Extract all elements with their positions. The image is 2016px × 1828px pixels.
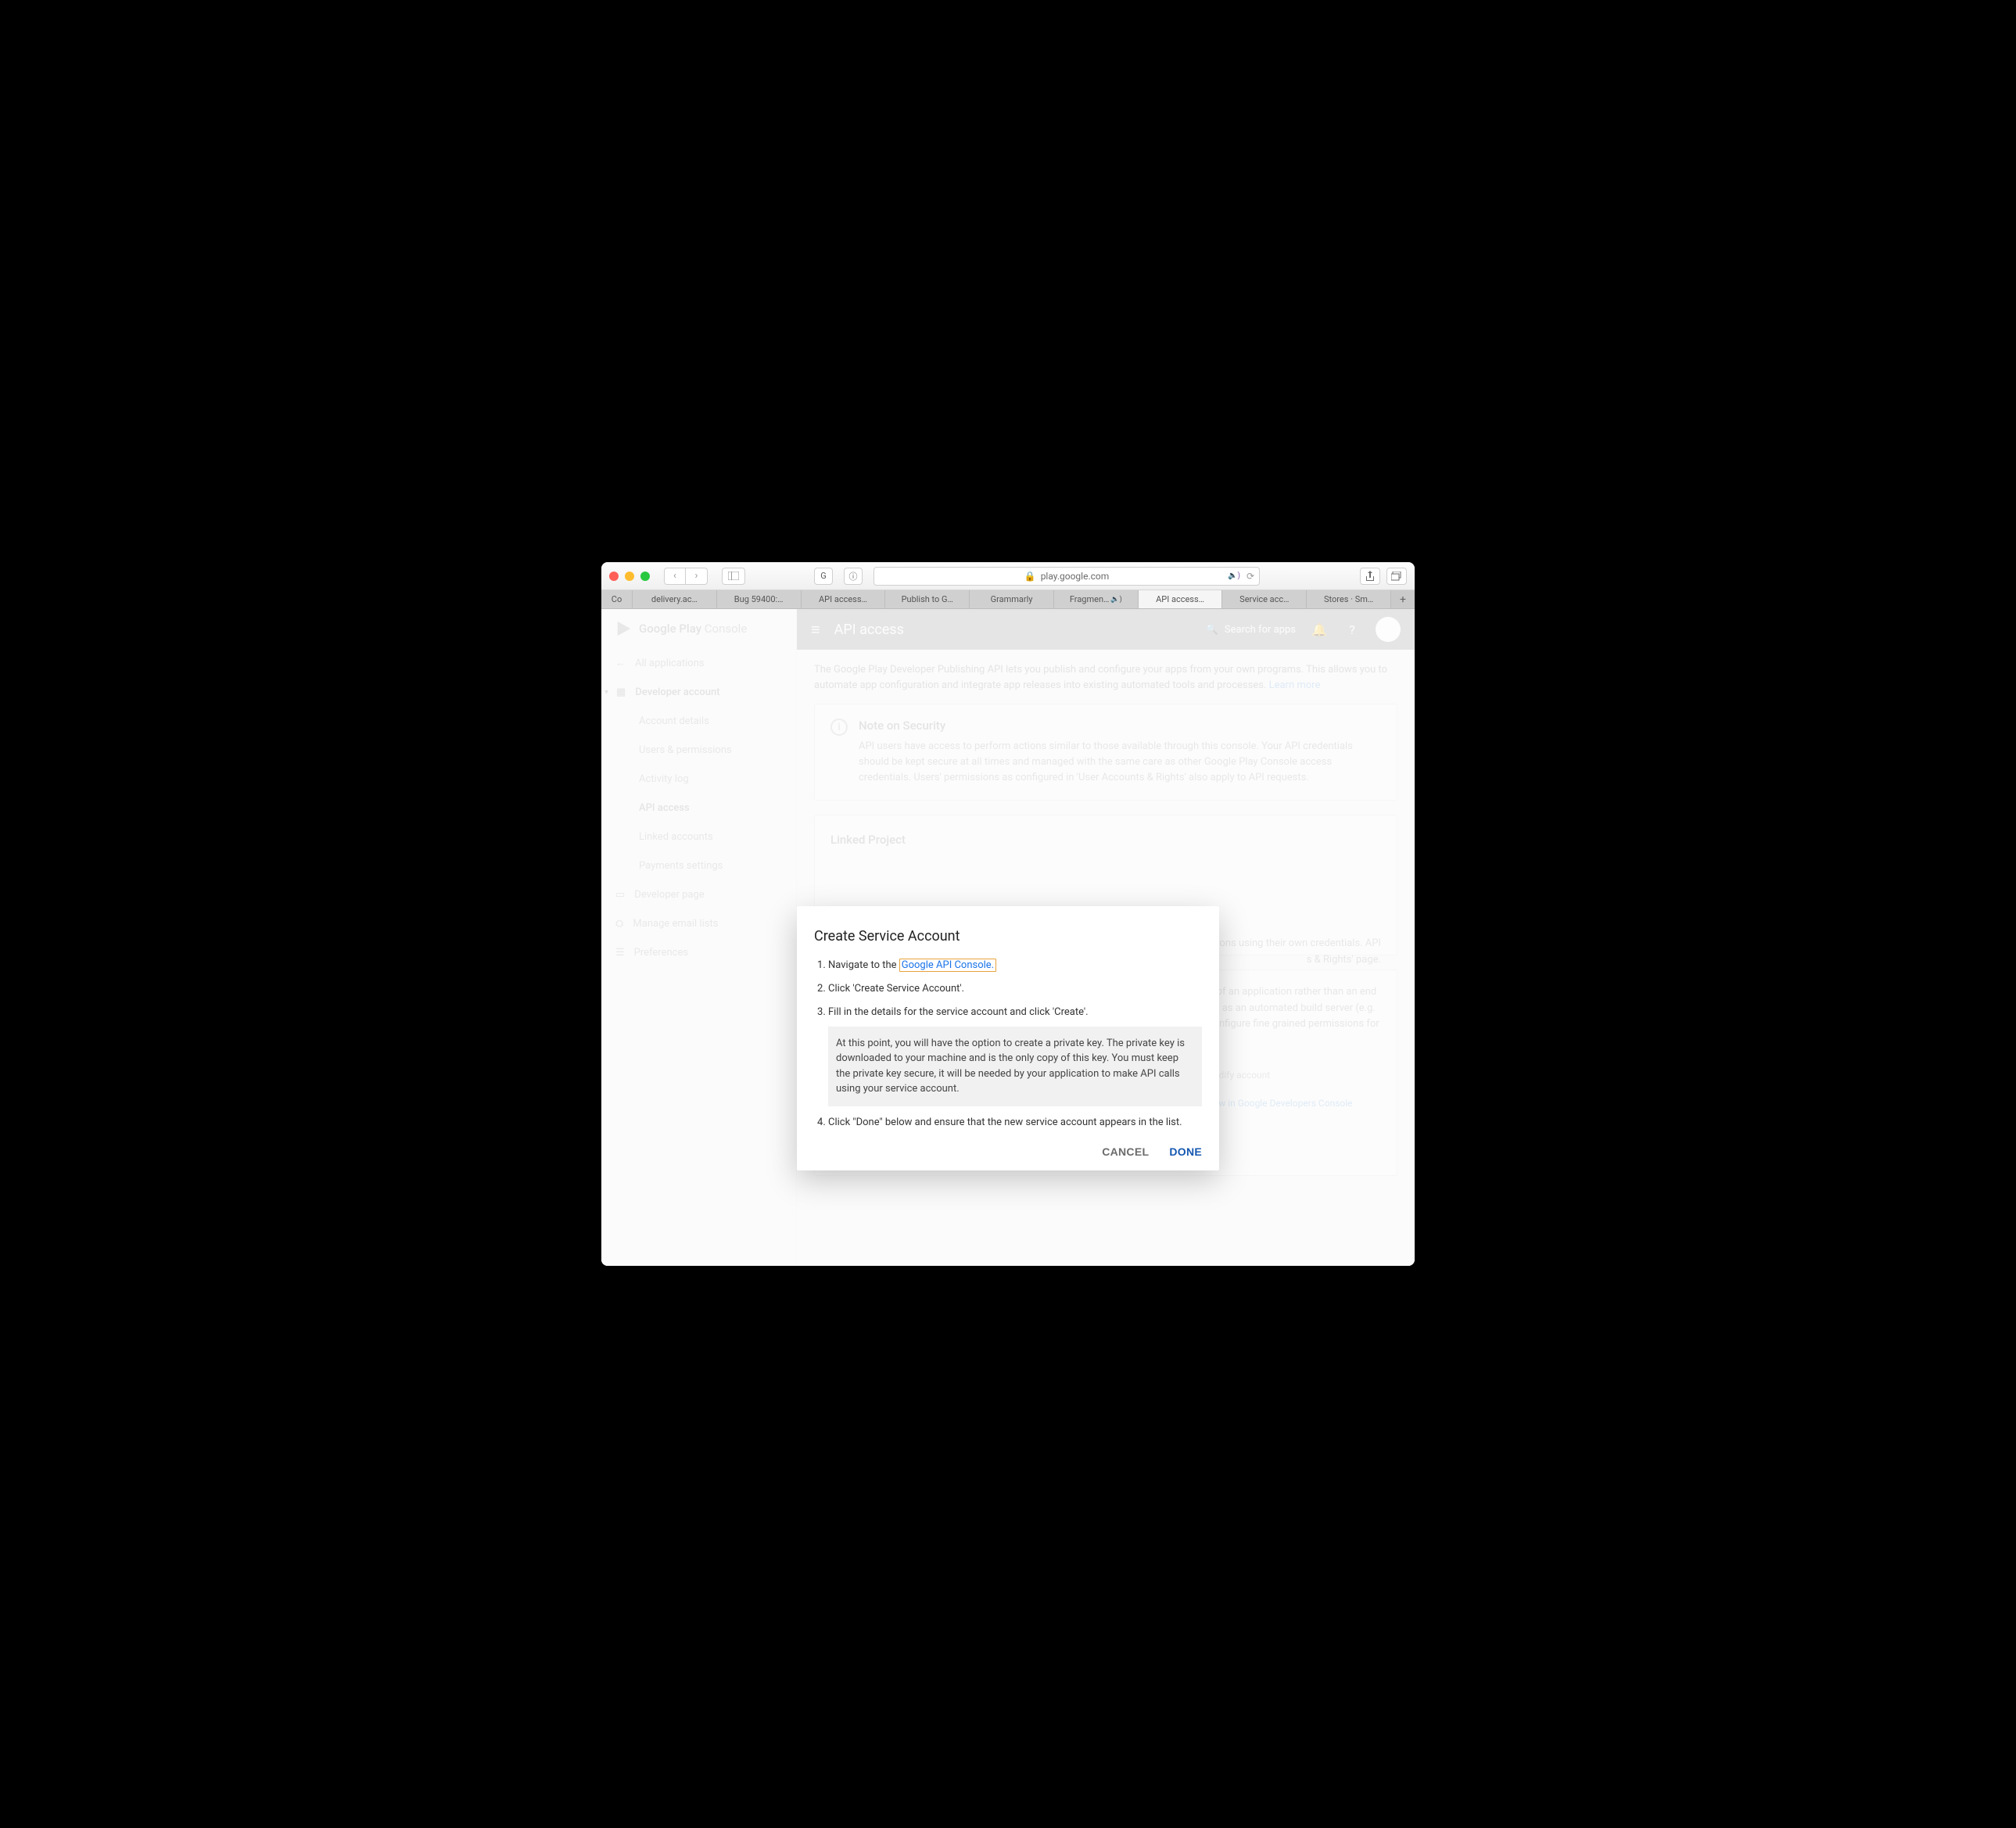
address-text: play.google.com bbox=[1041, 571, 1110, 582]
tab-8[interactable]: Service acc… bbox=[1222, 590, 1307, 608]
tab-7[interactable]: API access… bbox=[1139, 590, 1223, 608]
tabstrip: Co delivery.ac… Bug 59400:… API access… … bbox=[601, 590, 1415, 609]
tab-2[interactable]: Bug 59400:… bbox=[717, 590, 802, 608]
browser-window: ‹ › G ⓘ 🔒 play.google.com 🔈) ⟳ Co delive… bbox=[601, 562, 1415, 1266]
maximize-window-button[interactable] bbox=[640, 572, 650, 581]
create-service-account-dialog: Create Service Account Navigate to the G… bbox=[797, 906, 1219, 1170]
step-2: Click 'Create Service Account'. bbox=[828, 982, 1202, 997]
back-button[interactable]: ‹ bbox=[664, 568, 686, 585]
sound-indicator-icon[interactable]: 🔈) bbox=[1228, 572, 1240, 580]
dialog-title: Create Service Account bbox=[814, 928, 1202, 944]
new-tab-button[interactable]: + bbox=[1391, 590, 1415, 608]
step-1: Navigate to the Google API Console. bbox=[828, 959, 1202, 973]
cancel-button[interactable]: CANCEL bbox=[1102, 1145, 1149, 1158]
show-sidebar-button[interactable] bbox=[722, 568, 745, 585]
page-content: Google Play Console ← All applications ▾… bbox=[601, 609, 1415, 1266]
show-tabs-button[interactable] bbox=[1386, 568, 1407, 585]
tab-4[interactable]: Publish to G… bbox=[885, 590, 970, 608]
tab-0[interactable]: Co bbox=[601, 590, 633, 608]
google-api-console-link[interactable]: Google API Console. bbox=[899, 959, 996, 972]
grammarly-extension-icon[interactable]: G bbox=[814, 568, 833, 585]
reload-button[interactable]: ⟳ bbox=[1247, 571, 1254, 582]
close-window-button[interactable] bbox=[609, 572, 619, 581]
lock-icon: 🔒 bbox=[1024, 571, 1036, 582]
done-button[interactable]: DONE bbox=[1169, 1145, 1202, 1158]
tab-5[interactable]: Grammarly bbox=[970, 590, 1054, 608]
step-3: Fill in the details for the service acco… bbox=[828, 1005, 1202, 1106]
sound-icon: 🔈) bbox=[1110, 596, 1121, 604]
minimize-window-button[interactable] bbox=[625, 572, 634, 581]
tab-9[interactable]: Stores · Sm… bbox=[1307, 590, 1391, 608]
extension-icon[interactable]: ⓘ bbox=[844, 568, 863, 585]
step-3-callout: At this point, you will have the option … bbox=[828, 1027, 1202, 1106]
tab-3[interactable]: API access… bbox=[802, 590, 886, 608]
address-bar[interactable]: 🔒 play.google.com 🔈) ⟳ bbox=[873, 567, 1260, 586]
step-4: Click "Done" below and ensure that the n… bbox=[828, 1116, 1202, 1131]
forward-button[interactable]: › bbox=[686, 568, 708, 585]
share-button[interactable] bbox=[1360, 568, 1380, 585]
tab-1[interactable]: delivery.ac… bbox=[633, 590, 717, 608]
tab-6[interactable]: Fragmen…🔈) bbox=[1054, 590, 1139, 608]
titlebar: ‹ › G ⓘ 🔒 play.google.com 🔈) ⟳ bbox=[601, 562, 1415, 590]
traffic-lights bbox=[609, 572, 650, 581]
